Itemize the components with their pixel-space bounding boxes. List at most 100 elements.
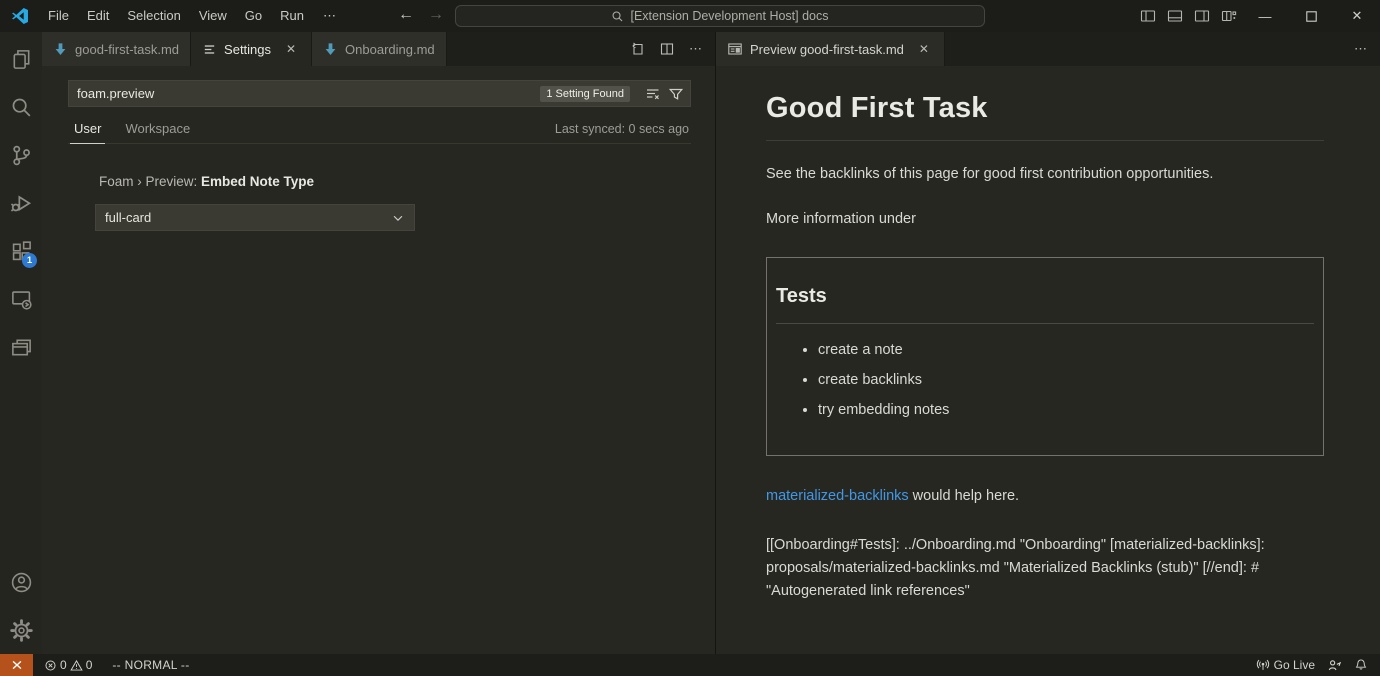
extensions-badge: 1	[22, 253, 37, 268]
nav-forward-icon: →	[424, 0, 448, 32]
live-share-person-icon	[1327, 658, 1342, 673]
menu-go[interactable]: Go	[236, 0, 271, 32]
scope-tab-workspace[interactable]: Workspace	[121, 121, 194, 143]
editor-group-left: good-first-task.md Settings ✕ Onboarding…	[42, 32, 716, 654]
live-share-button[interactable]	[1321, 654, 1348, 676]
menu-selection[interactable]: Selection	[118, 0, 189, 32]
more-actions-icon[interactable]: ⋯	[1354, 41, 1367, 57]
vscode-logo-icon	[11, 7, 29, 25]
toggle-panel-icon[interactable]	[1161, 0, 1188, 32]
clear-filters-icon[interactable]	[645, 86, 661, 102]
tab-good-first-task[interactable]: good-first-task.md	[42, 32, 191, 66]
settings-search-input[interactable]: foam.preview 1 Setting Found	[68, 80, 691, 107]
manage-gear-icon[interactable]	[0, 606, 42, 654]
command-center[interactable]: [Extension Development Host] docs	[455, 5, 985, 27]
statusbar: 0 0 -- NORMAL -- Go Live	[0, 654, 1380, 676]
go-live-label: Go Live	[1274, 658, 1315, 672]
remote-indicator[interactable]	[0, 654, 33, 676]
heading-rule	[766, 140, 1324, 141]
settings-editor: foam.preview 1 Setting Found User Worksp…	[42, 66, 715, 654]
search-sidebar-icon[interactable]	[0, 83, 42, 131]
markdown-file-icon	[53, 42, 68, 57]
extensions-icon[interactable]: 1	[0, 227, 42, 275]
list-item: create backlinks	[818, 370, 1314, 392]
scope-tab-user[interactable]: User	[70, 121, 105, 144]
menu-more-icon[interactable]: ⋯	[313, 8, 346, 24]
embedded-note-heading: Tests	[776, 281, 1314, 311]
right-editor-actions: ⋯	[1341, 32, 1380, 66]
explorer-icon[interactable]	[0, 35, 42, 83]
search-icon	[611, 10, 624, 23]
remote-explorer-icon[interactable]	[0, 275, 42, 323]
command-center-label: [Extension Development Host] docs	[630, 9, 828, 23]
list-item: create a note	[818, 340, 1314, 362]
vim-mode-indicator[interactable]: -- NORMAL --	[106, 654, 195, 676]
toggle-secondary-sidebar-icon[interactable]	[1188, 0, 1215, 32]
titlebar: File Edit Selection View Go Run ⋯ ← → [E…	[0, 0, 1380, 32]
dropdown-value: full-card	[105, 210, 151, 225]
preview-paragraph-3: materialized-backlinks would help here.	[766, 486, 1324, 508]
warning-count: 0	[86, 658, 93, 672]
markdown-preview-pane[interactable]: Good First Task See the backlinks of thi…	[716, 66, 1380, 654]
embedded-heading-rule	[776, 323, 1314, 324]
tab-label: good-first-task.md	[75, 42, 179, 57]
run-and-debug-icon[interactable]	[0, 179, 42, 227]
close-window-button[interactable]: ✕	[1334, 0, 1380, 32]
broadcast-icon	[1256, 658, 1270, 672]
menu-file[interactable]: File	[39, 0, 78, 32]
tab-onboarding[interactable]: Onboarding.md	[312, 32, 447, 66]
link-references-paragraph: [[Onboarding#Tests]: ../Onboarding.md "O…	[766, 534, 1324, 603]
tab-settings[interactable]: Settings ✕	[191, 32, 312, 66]
error-count: 0	[60, 658, 67, 672]
vscode-window: File Edit Selection View Go Run ⋯ ← → [E…	[0, 0, 1380, 676]
customize-layout-icon[interactable]	[1215, 0, 1242, 32]
markdown-file-icon	[323, 42, 338, 57]
toggle-primary-sidebar-icon[interactable]	[1134, 0, 1161, 32]
settings-editor-icon	[202, 42, 217, 57]
chevron-down-icon	[391, 211, 405, 225]
preview-heading: Good First Task	[766, 87, 1324, 131]
error-icon	[44, 659, 57, 672]
markdown-preview-icon	[727, 41, 743, 57]
menu-view[interactable]: View	[190, 0, 236, 32]
setting-title: Foam › Preview: Embed Note Type	[95, 174, 691, 189]
left-editor-actions: ⋯	[616, 32, 715, 66]
go-live-button[interactable]: Go Live	[1250, 654, 1321, 676]
embed-note-type-dropdown[interactable]: full-card	[95, 204, 415, 231]
editor-group-right: Preview good-first-task.md ✕ ⋯ Good Firs…	[716, 32, 1380, 654]
menu-run[interactable]: Run	[271, 0, 313, 32]
preview-paragraph-1: See the backlinks of this page for good …	[766, 164, 1324, 186]
close-tab-icon[interactable]: ✕	[915, 42, 933, 56]
bell-icon	[1354, 658, 1368, 672]
settings-search-value: foam.preview	[77, 86, 540, 101]
more-actions-icon[interactable]: ⋯	[689, 41, 702, 57]
menu-edit[interactable]: Edit	[78, 0, 118, 32]
windows-stack-icon[interactable]	[0, 323, 42, 371]
right-tabbar: Preview good-first-task.md ✕ ⋯	[716, 32, 1380, 66]
tab-label: Settings	[224, 42, 271, 57]
activity-bar: 1	[0, 32, 42, 654]
warning-icon	[70, 659, 83, 672]
notifications-bell-button[interactable]	[1348, 654, 1374, 676]
open-settings-json-icon[interactable]	[629, 41, 645, 57]
problems-indicator[interactable]: 0 0	[38, 654, 98, 676]
source-control-icon[interactable]	[0, 131, 42, 179]
minimize-button[interactable]: —	[1242, 0, 1288, 32]
maximize-button[interactable]	[1288, 0, 1334, 32]
materialized-backlinks-link[interactable]: materialized-backlinks	[766, 488, 909, 504]
preview-paragraph-2: More information under	[766, 209, 1324, 231]
left-tabbar: good-first-task.md Settings ✕ Onboarding…	[42, 32, 715, 66]
remote-icon	[10, 658, 24, 672]
settings-scope-tabs: User Workspace Last synced: 0 secs ago	[68, 121, 691, 144]
list-item: try embedding notes	[818, 400, 1314, 422]
setting-embed-note-type: Foam › Preview: Embed Note Type full-car…	[95, 174, 691, 231]
tab-label: Preview good-first-task.md	[750, 42, 904, 57]
split-editor-icon[interactable]	[659, 41, 675, 57]
setting-category: Foam › Preview:	[99, 174, 201, 189]
accounts-icon[interactable]	[0, 558, 42, 606]
close-tab-icon[interactable]: ✕	[282, 42, 300, 56]
filter-funnel-icon[interactable]	[668, 86, 684, 102]
link-suffix-text: would help here.	[909, 488, 1019, 504]
nav-back-icon[interactable]: ←	[394, 0, 418, 32]
tab-preview-good-first-task[interactable]: Preview good-first-task.md ✕	[716, 32, 945, 66]
